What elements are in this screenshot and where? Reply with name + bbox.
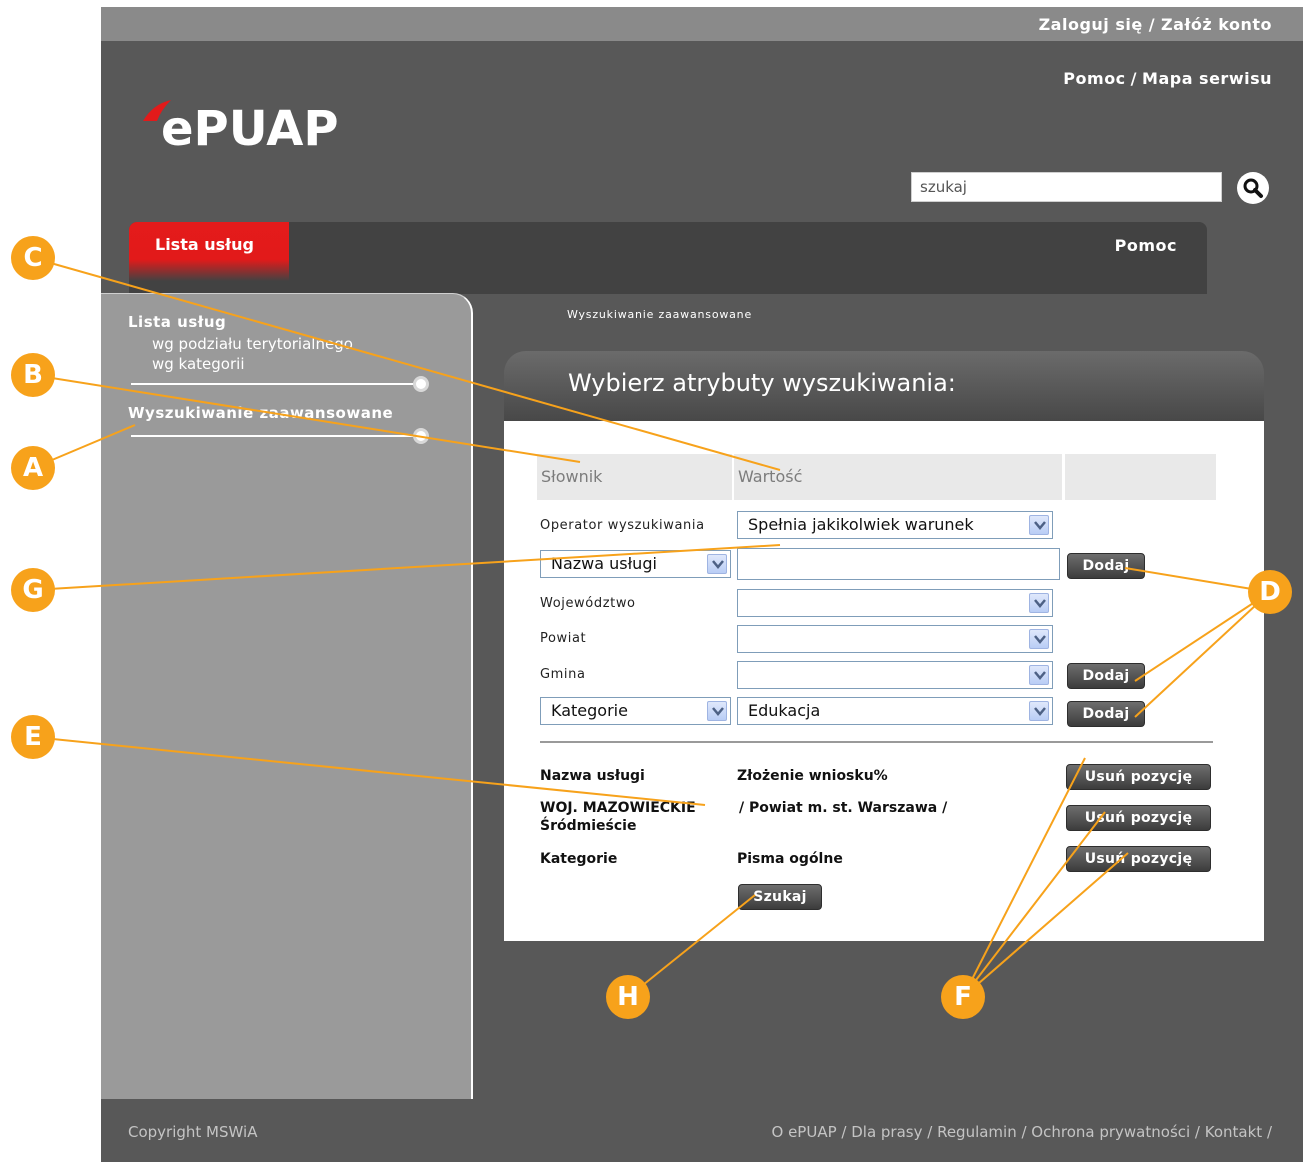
annotation-lines [32,257,1271,998]
annotation-marker-d: D [1248,570,1292,614]
annotation-marker-f: F [941,975,985,1019]
annotation-marker-b: B [11,353,55,397]
annotation-marker-e: E [11,715,55,759]
annotation-marker-c: C [11,236,55,280]
annotation-marker-h: H [606,975,650,1019]
annotation-marker-a: A [11,446,55,490]
annotation-marker-g: G [11,568,55,612]
